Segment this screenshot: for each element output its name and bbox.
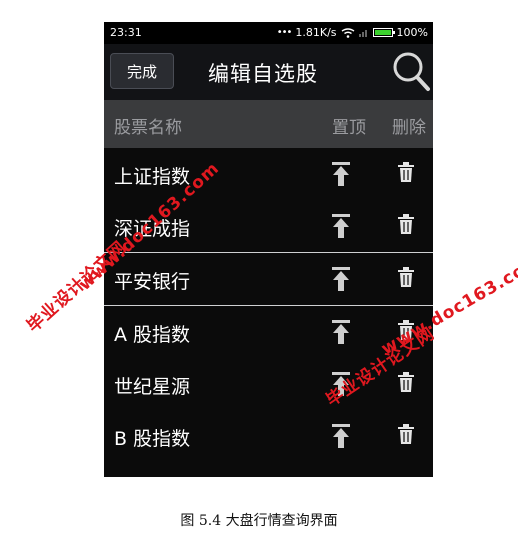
- search-icon[interactable]: [391, 50, 431, 92]
- battery-level: 100%: [396, 26, 428, 39]
- stock-name: 世纪星源: [114, 376, 191, 398]
- more-dots-icon: •••: [276, 27, 293, 38]
- column-name-label: 股票名称: [114, 118, 182, 138]
- trash-icon[interactable]: [398, 162, 414, 182]
- header-bar: 完成 编辑自选股: [104, 44, 433, 100]
- trash-icon[interactable]: [398, 424, 414, 444]
- pin-to-top-icon[interactable]: [330, 214, 352, 238]
- column-delete-label: 删除: [392, 118, 426, 138]
- trash-icon[interactable]: [398, 214, 414, 234]
- stock-row[interactable]: 平安银行: [104, 253, 433, 305]
- pin-to-top-icon[interactable]: [330, 424, 352, 448]
- battery-icon: [372, 28, 395, 37]
- signal-icon: [358, 30, 367, 37]
- stock-name: A 股指数: [114, 324, 191, 346]
- trash-icon[interactable]: [398, 267, 414, 287]
- phone-screen: 23:31 ••• 1.81K/s 100% 完成 编辑自选股 股票名称 置顶 …: [104, 22, 433, 477]
- stock-list: 上证指数 深证成指 平安银行 A 股指数 世纪星源 B 股指数: [104, 148, 433, 462]
- trash-icon[interactable]: [398, 372, 414, 392]
- net-speed: 1.81K/s: [295, 26, 337, 39]
- status-right: ••• 1.81K/s 100%: [277, 26, 428, 39]
- stock-row[interactable]: B 股指数: [104, 410, 433, 462]
- pin-to-top-icon[interactable]: [330, 320, 352, 344]
- status-time: 23:31: [110, 26, 142, 39]
- page-title: 编辑自选股: [208, 62, 318, 86]
- stock-name: B 股指数: [114, 428, 191, 450]
- figure-caption: 图 5.4 大盘行情查询界面: [180, 513, 338, 529]
- pin-to-top-icon[interactable]: [330, 267, 352, 291]
- stock-name: 平安银行: [114, 271, 191, 293]
- done-button[interactable]: 完成: [110, 53, 174, 89]
- column-pin-label: 置顶: [332, 118, 366, 138]
- status-bar: 23:31 ••• 1.81K/s 100%: [104, 22, 433, 44]
- stock-row[interactable]: 上证指数: [104, 148, 433, 200]
- column-header: 股票名称 置顶 删除: [104, 100, 433, 148]
- wifi-icon: [341, 27, 354, 38]
- pin-to-top-icon[interactable]: [330, 162, 352, 186]
